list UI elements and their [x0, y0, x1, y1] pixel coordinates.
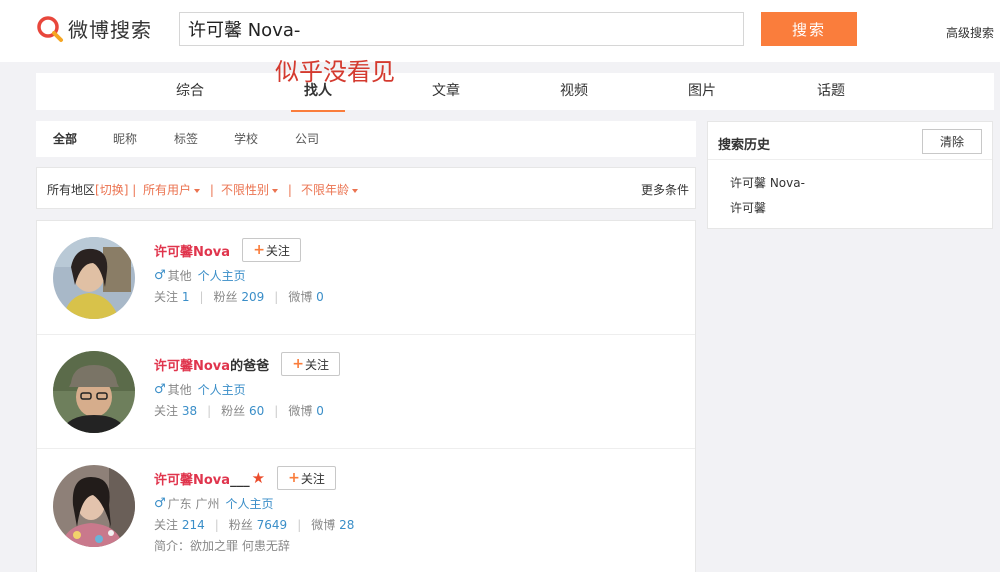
top-bar: 微博搜索 许可馨 Nova- 搜索 高级搜索: [0, 0, 1000, 62]
tab-topics[interactable]: 话题: [801, 73, 861, 110]
user-results-list: 许可馨Nova + 关注 ♂ 其他 个人主页 关注 1 | 粉丝 209 | 微博 0: [36, 220, 696, 572]
search-input[interactable]: 许可馨 Nova-: [179, 12, 744, 46]
search-button[interactable]: 搜索: [761, 12, 857, 46]
list-item: 许可馨Nova___ ★ + 关注 ♂ 广东 广州 个人主页 关注 214 | 粉丝 …: [37, 449, 695, 572]
search-logo-icon: [36, 15, 64, 43]
clear-history-button[interactable]: 清除: [922, 129, 982, 154]
verified-star-icon: ★: [251, 469, 266, 487]
history-item[interactable]: 许可馨: [730, 199, 766, 216]
subtab-all[interactable]: 全部: [53, 121, 77, 157]
fans-count[interactable]: 60: [249, 404, 264, 418]
search-type-tabs: 综合 找人 文章 视频 图片 话题: [36, 73, 994, 112]
annotation-note: 似乎没看见: [275, 58, 395, 86]
avatar[interactable]: [53, 465, 135, 547]
weibo-search-logo[interactable]: 微博搜索: [36, 14, 152, 43]
region-filter-label: 所有地区: [47, 183, 96, 197]
user-location: 其他: [167, 383, 192, 397]
tab-images[interactable]: 图片: [672, 73, 732, 110]
user-type-filter[interactable]: 所有用户: [143, 183, 201, 197]
male-icon: ♂: [154, 496, 166, 511]
user-stats: 关注 1 | 粉丝 209 | 微博 0: [154, 290, 324, 304]
follow-button[interactable]: + 关注: [242, 238, 302, 262]
avatar[interactable]: [53, 351, 135, 433]
plus-icon: +: [288, 470, 300, 486]
chevron-down-icon: [194, 188, 201, 193]
search-history-title: 搜索历史: [718, 138, 771, 153]
tab-videos[interactable]: 视频: [544, 73, 604, 110]
list-item: 许可馨Nova的爸爸 + 关注 ♂ 其他 个人主页 关注 38 | 粉丝 60 | 微博 …: [37, 335, 695, 449]
logo-text: 微博搜索: [68, 18, 152, 42]
filter-bar: 所有地区[切换] | 所有用户 | 不限性别 | 不限年龄 更多条件: [36, 167, 696, 209]
subtab-school[interactable]: 学校: [234, 121, 258, 157]
history-item[interactable]: 许可馨 Nova-: [730, 174, 805, 191]
following-count[interactable]: 1: [182, 290, 190, 304]
male-icon: ♂: [154, 268, 166, 283]
subtab-tags[interactable]: 标签: [174, 121, 198, 157]
homepage-link[interactable]: 个人主页: [198, 267, 246, 284]
homepage-link[interactable]: 个人主页: [225, 495, 273, 512]
following-count[interactable]: 38: [182, 404, 197, 418]
user-name[interactable]: 许可馨Nova___: [154, 469, 250, 488]
user-name[interactable]: 许可馨Nova: [154, 241, 230, 260]
weibo-count[interactable]: 0: [316, 404, 324, 418]
homepage-link[interactable]: 个人主页: [198, 381, 246, 398]
people-subtabs: 全部 昵称 标签 学校 公司: [36, 121, 696, 157]
avatar[interactable]: [53, 237, 135, 319]
plus-icon: +: [253, 242, 265, 258]
tab-general[interactable]: 综合: [160, 73, 220, 110]
chevron-down-icon: [352, 188, 359, 193]
male-icon: ♂: [154, 382, 166, 397]
follow-button[interactable]: + 关注: [277, 466, 337, 490]
advanced-search-link[interactable]: 高级搜索: [946, 24, 994, 41]
user-intro: 简介：欲加之罪 何患无辞: [154, 539, 290, 553]
user-stats: 关注 38 | 粉丝 60 | 微博 0: [154, 404, 324, 418]
subtab-company[interactable]: 公司: [295, 121, 319, 157]
age-filter[interactable]: 不限年龄: [301, 183, 359, 197]
fans-count[interactable]: 7649: [257, 518, 288, 532]
plus-icon: +: [292, 356, 304, 372]
user-location: 其他: [167, 269, 192, 283]
chevron-down-icon: [272, 188, 279, 193]
list-item: 许可馨Nova + 关注 ♂ 其他 个人主页 关注 1 | 粉丝 209 | 微博 0: [37, 221, 695, 335]
following-count[interactable]: 214: [182, 518, 205, 532]
user-stats: 关注 214 | 粉丝 7649 | 微博 28: [154, 518, 355, 532]
gender-filter[interactable]: 不限性别: [221, 183, 279, 197]
search-history-panel: 搜索历史 清除 许可馨 Nova- 许可馨: [707, 121, 993, 229]
weibo-count[interactable]: 0: [316, 290, 324, 304]
region-switch-link[interactable]: [切换]: [95, 183, 128, 197]
follow-button[interactable]: + 关注: [281, 352, 341, 376]
user-name[interactable]: 许可馨Nova的爸爸: [154, 355, 269, 374]
weibo-count[interactable]: 28: [339, 518, 354, 532]
fans-count[interactable]: 209: [241, 290, 264, 304]
user-location: 广东 广州: [167, 497, 220, 511]
more-conditions-link[interactable]: 更多条件: [641, 181, 689, 198]
tab-articles[interactable]: 文章: [416, 73, 476, 110]
subtab-nickname[interactable]: 昵称: [113, 121, 137, 157]
